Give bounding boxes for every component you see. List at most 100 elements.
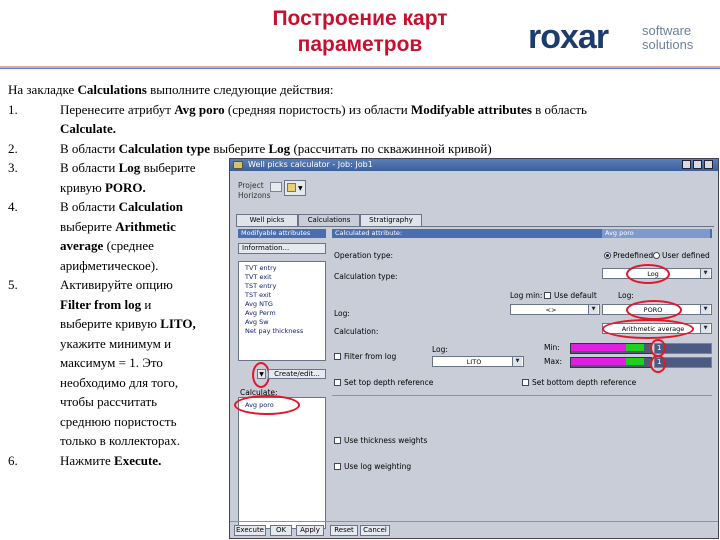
step-keyword: Log: [268, 140, 291, 156]
data-selector-button[interactable]: ▼: [284, 180, 306, 196]
step-text: В области Calculation type выберите Log …: [60, 139, 492, 159]
min-label: Min:: [544, 343, 560, 352]
use-log-weighting-label: Use log weighting: [344, 462, 412, 471]
highlight-ring: [626, 300, 682, 320]
step-fragment: выберите: [60, 218, 116, 234]
list-item[interactable]: TVT exit: [245, 273, 272, 281]
step-line: необходимо для того,: [60, 373, 196, 393]
selector-field[interactable]: [270, 182, 282, 192]
step-fragment: и: [141, 296, 152, 312]
predefined-radio[interactable]: [604, 252, 611, 259]
highlight-ring: [650, 355, 666, 373]
well-picks-calculator-window: Well picks calculator - Job: Job1 Projec…: [229, 158, 719, 539]
list-item[interactable]: Avg Sw: [245, 318, 269, 326]
step-keyword: Arithmetic: [115, 218, 176, 234]
step-line: Filter from log и: [60, 295, 196, 315]
step-fragment: выберите: [140, 160, 196, 175]
step-keyword: LITO,: [160, 316, 196, 331]
execute-button[interactable]: Execute: [234, 525, 266, 536]
slide-title-line1: Построение карт: [272, 7, 448, 30]
step-fragment: (рассчитать по скважинной кривой): [290, 140, 492, 156]
window-app-icon: [233, 161, 243, 169]
horizons-label: Horizons: [238, 191, 271, 200]
step-fragment: чтобы рассчитать: [60, 394, 158, 409]
step-number: 5.: [8, 277, 18, 292]
apply-button[interactable]: Apply: [296, 525, 324, 536]
list-item[interactable]: TVT entry: [245, 264, 277, 272]
intro-tab-name: Calculations: [77, 82, 147, 97]
step-keyword: Avg poro: [174, 101, 225, 117]
step-fragment: в область: [531, 101, 587, 117]
step-text: Активируйте опцию Filter from log и выбери…: [60, 275, 196, 451]
slide-title-line2: параметров: [297, 33, 423, 56]
step-line: выберите Arithmetic: [60, 217, 183, 237]
step-number: 1.: [8, 101, 18, 117]
move-down-button[interactable]: ▼: [257, 369, 266, 379]
modifiable-attributes-list[interactable]: TVT entry TVT exit TST entry TST exit Avg NT…: [238, 261, 326, 361]
step-fragment: арифметическое).: [60, 257, 159, 273]
max-slider-handle[interactable]: [626, 358, 644, 365]
step-fragment: выберите: [210, 140, 269, 156]
step-line: average (среднее: [60, 236, 183, 256]
list-item[interactable]: Avg Perm: [245, 309, 276, 317]
step-line: В области Calculation: [60, 197, 183, 217]
filter-from-log-checkbox[interactable]: [334, 353, 341, 360]
create-edit-button[interactable]: Create/edit...: [268, 369, 326, 379]
window-title: Well picks calculator - Job: Job1: [248, 160, 373, 169]
chevron-down-icon: ▼: [588, 305, 598, 314]
instructions-intro: На закладке Calculations выполните следу…: [8, 80, 334, 100]
step-line: В области Log выберите: [60, 158, 196, 178]
use-log-weighting-checkbox[interactable]: [334, 463, 341, 470]
chevron-down-icon: ▼: [298, 185, 303, 192]
min-slider-fill: [571, 344, 626, 351]
minimize-icon[interactable]: [682, 160, 691, 169]
list-item[interactable]: Net pay thickness: [245, 327, 303, 335]
step-fragment: выберите кривую: [60, 316, 161, 331]
chevron-down-icon: ▼: [700, 305, 710, 314]
window-title-bar[interactable]: Well picks calculator - Job: Job1: [230, 159, 718, 171]
cancel-button[interactable]: Cancel: [360, 525, 390, 536]
step-line: только в коллекторах.: [60, 431, 196, 451]
min-slider-handle[interactable]: [626, 344, 644, 351]
drag-drop-icon: [287, 183, 296, 192]
step-fragment: укажите минимум и: [60, 335, 172, 351]
step-keyword: average: [60, 238, 104, 253]
log-right-label: Log:: [618, 291, 634, 300]
use-thickness-label: Use thickness weights: [344, 436, 428, 445]
arrow-down-icon: ▼: [259, 371, 264, 378]
reset-button[interactable]: Reset: [330, 525, 358, 536]
list-item[interactable]: Avg NTG: [245, 300, 273, 308]
use-default-checkbox[interactable]: [544, 292, 551, 299]
set-bottom-depth-label: Set bottom depth reference: [532, 378, 637, 387]
roxar-logo: roxar software solutions: [528, 18, 708, 62]
log-min-select[interactable]: <> ▼: [510, 304, 600, 315]
max-slider[interactable]: [570, 357, 652, 368]
tab-well-picks[interactable]: Well picks: [236, 214, 298, 226]
maximize-icon[interactable]: [693, 160, 702, 169]
tab-stratigraphy[interactable]: Stratigraphy: [360, 214, 422, 226]
step-number: 6.: [8, 452, 18, 468]
log-min-label: Log min:: [510, 291, 543, 300]
filter-log-select[interactable]: LITO ▼: [432, 356, 524, 367]
ok-button[interactable]: OK: [270, 525, 292, 536]
step-fragment: В области: [60, 199, 119, 214]
list-item[interactable]: TST entry: [245, 282, 276, 290]
calculated-attribute-value: Avg poro: [602, 229, 710, 238]
min-slider[interactable]: [570, 343, 652, 354]
logo-brand: roxar: [528, 18, 609, 56]
set-top-depth-checkbox[interactable]: [334, 379, 341, 386]
set-bottom-depth-checkbox[interactable]: [522, 379, 529, 386]
step-line: Calculate.: [60, 119, 587, 139]
list-item[interactable]: TST exit: [245, 291, 271, 299]
close-icon[interactable]: [704, 160, 713, 169]
information-button[interactable]: Information...: [238, 243, 326, 254]
user-defined-label: User defined: [662, 251, 710, 260]
step-fragment: Нажмите: [60, 452, 115, 468]
calculate-list[interactable]: Avg poro: [238, 397, 326, 529]
set-top-depth-label: Set top depth reference: [344, 378, 434, 387]
log-label: Log:: [334, 309, 350, 318]
step-line: Перенесите атрибут Avg poro (средняя пор…: [60, 100, 587, 120]
user-defined-radio[interactable]: [653, 252, 660, 259]
use-thickness-checkbox[interactable]: [334, 437, 341, 444]
slide-title: Построение карт параметров: [175, 6, 545, 58]
